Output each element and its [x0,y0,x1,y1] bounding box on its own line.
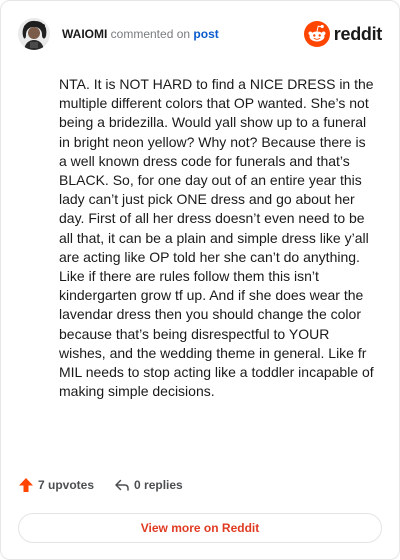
comment-header: WAIOMI commented on post reddit [18,18,382,50]
brand-wordmark: reddit [333,23,383,44]
action-text: commented on [110,27,191,41]
comment-meta: WAIOMI commented on post [62,26,219,42]
upvote-button[interactable]: 7 upvotes [18,477,94,493]
upvote-count: 7 upvotes [38,478,95,492]
reply-arrow-icon [115,479,129,491]
reddit-snoo-icon [303,21,330,47]
upvote-arrow-icon [19,478,33,492]
avatar[interactable] [18,18,50,50]
post-link[interactable]: post [193,27,218,41]
reply-button[interactable]: 0 replies [114,477,183,493]
comment-footer: 7 upvotes 0 replies [18,477,183,493]
avatar-image [18,18,50,50]
author-name[interactable]: WAIOMI [62,27,107,41]
reddit-logo[interactable]: reddit [303,21,383,47]
reddit-comment-embed: WAIOMI commented on post reddit NTA. It … [0,0,400,560]
reply-count: 0 replies [134,478,183,492]
comment-body: NTA. It is NOT HARD to find a NICE DRESS… [59,76,374,400]
view-more-button[interactable]: View more on Reddit [18,513,382,543]
